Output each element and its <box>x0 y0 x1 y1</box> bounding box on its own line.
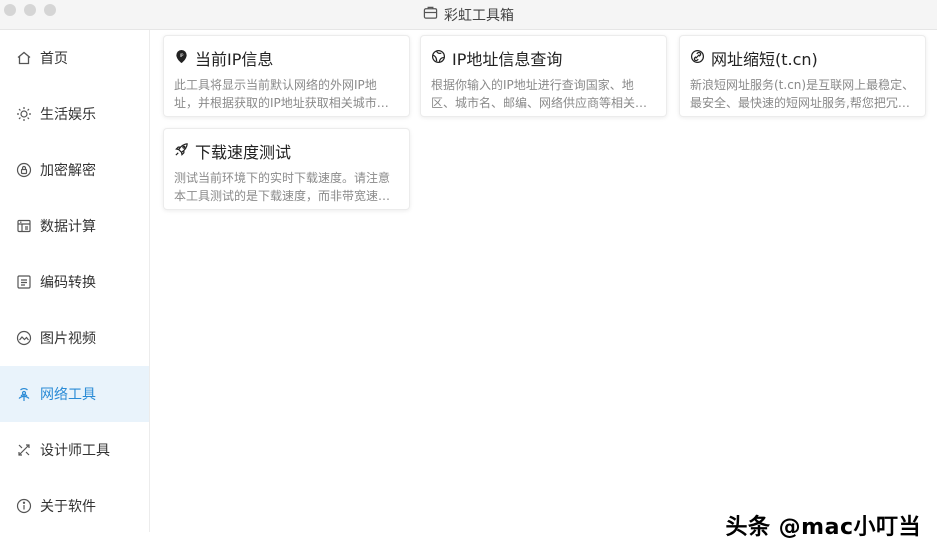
card-header: 网址缩短(t.cn) <box>690 46 915 70</box>
tool-card-current-ip[interactable]: IP 当前IP信息 此工具将显示当前默认网络的外网IP地址，并根据获取的IP地址… <box>163 35 410 117</box>
card-description: 测试当前环境下的实时下载速度。请注意本工具测试的是下载速度，而非带宽速… <box>174 171 391 203</box>
sidebar-item-encrypt-decrypt[interactable]: 加密解密 <box>0 142 149 198</box>
sidebar-item-label: 首页 <box>40 51 68 67</box>
sidebar-item-label: 加密解密 <box>40 163 96 179</box>
card-description: 新浪短网址服务(t.cn)是互联网上最稳定、最安全、最快速的短网址服务,帮您把冗… <box>690 78 915 110</box>
sidebar-item-encoding-conversion[interactable]: 编码转换 <box>0 254 149 310</box>
lock-icon <box>16 162 32 178</box>
info-icon <box>16 498 32 514</box>
card-description: 根据你输入的IP地址进行查询国家、地区、城市名、邮编、网络供应商等相关… <box>431 78 648 110</box>
sidebar-item-label: 图片视频 <box>40 331 96 347</box>
card-title: IP地址信息查询 <box>452 50 563 69</box>
sidebar-item-home[interactable]: 首页 <box>0 30 149 86</box>
svg-text:IP: IP <box>180 52 184 57</box>
sidebar-item-label: 生活娱乐 <box>40 107 96 123</box>
sidebar-item-life-entertainment[interactable]: 生活娱乐 <box>0 86 149 142</box>
tool-card-download-speed[interactable]: 下载速度测试 测试当前环境下的实时下载速度。请注意本工具测试的是下载速度，而非带… <box>163 128 410 210</box>
tool-card-url-shortener[interactable]: 网址缩短(t.cn) 新浪短网址服务(t.cn)是互联网上最稳定、最安全、最快速… <box>679 35 926 117</box>
calculator-icon <box>16 218 32 234</box>
ip-pin-icon: IP <box>174 49 189 68</box>
design-icon <box>16 442 32 458</box>
card-title: 当前IP信息 <box>195 50 274 69</box>
window-controls[interactable] <box>4 4 56 16</box>
sidebar-item-label: 设计师工具 <box>40 443 110 459</box>
window-title-wrap: 彩虹工具箱 <box>423 5 514 25</box>
maximize-window-button[interactable] <box>44 4 56 16</box>
card-title: 下载速度测试 <box>195 143 292 162</box>
sidebar-item-label: 网络工具 <box>40 387 96 403</box>
sidebar-item-label: 关于软件 <box>40 499 96 515</box>
globe-icon <box>431 49 446 68</box>
card-header: IP地址信息查询 <box>431 46 656 70</box>
sidebar-item-designer-tools[interactable]: 设计师工具 <box>0 422 149 478</box>
network-icon <box>16 386 32 402</box>
sidebar-item-network-tools[interactable]: 网络工具 <box>0 366 149 422</box>
link-icon <box>690 49 705 68</box>
sidebar: 首页 生活娱乐 加密解密 数据计算 编码转换 图片视频 网络工具 设计师工具 关… <box>0 30 150 532</box>
sidebar-item-label: 编码转换 <box>40 275 96 291</box>
card-title: 网址缩短(t.cn) <box>711 50 818 69</box>
card-header: 下载速度测试 <box>174 139 399 163</box>
main-content: IP 当前IP信息 此工具将显示当前默认网络的外网IP地址，并根据获取的IP地址… <box>151 30 937 545</box>
watermark: 头条 @mac小叮当 <box>725 515 921 540</box>
card-description: 此工具将显示当前默认网络的外网IP地址，并根据获取的IP地址获取相关城市… <box>174 78 389 110</box>
code-icon <box>16 274 32 290</box>
home-icon <box>16 50 32 66</box>
sidebar-item-label: 数据计算 <box>40 219 96 235</box>
title-bar: 彩虹工具箱 <box>0 0 937 30</box>
rocket-icon <box>174 142 189 161</box>
tool-card-ip-lookup[interactable]: IP地址信息查询 根据你输入的IP地址进行查询国家、地区、城市名、邮编、网络供应… <box>420 35 667 117</box>
close-window-button[interactable] <box>4 4 16 16</box>
toolbox-icon <box>423 5 438 24</box>
sun-icon <box>16 106 32 122</box>
sidebar-item-image-video[interactable]: 图片视频 <box>0 310 149 366</box>
card-header: IP 当前IP信息 <box>174 46 399 70</box>
sidebar-item-about[interactable]: 关于软件 <box>0 478 149 534</box>
minimize-window-button[interactable] <box>24 4 36 16</box>
image-icon <box>16 330 32 346</box>
sidebar-item-data-calculation[interactable]: 数据计算 <box>0 198 149 254</box>
window-title: 彩虹工具箱 <box>444 7 514 24</box>
